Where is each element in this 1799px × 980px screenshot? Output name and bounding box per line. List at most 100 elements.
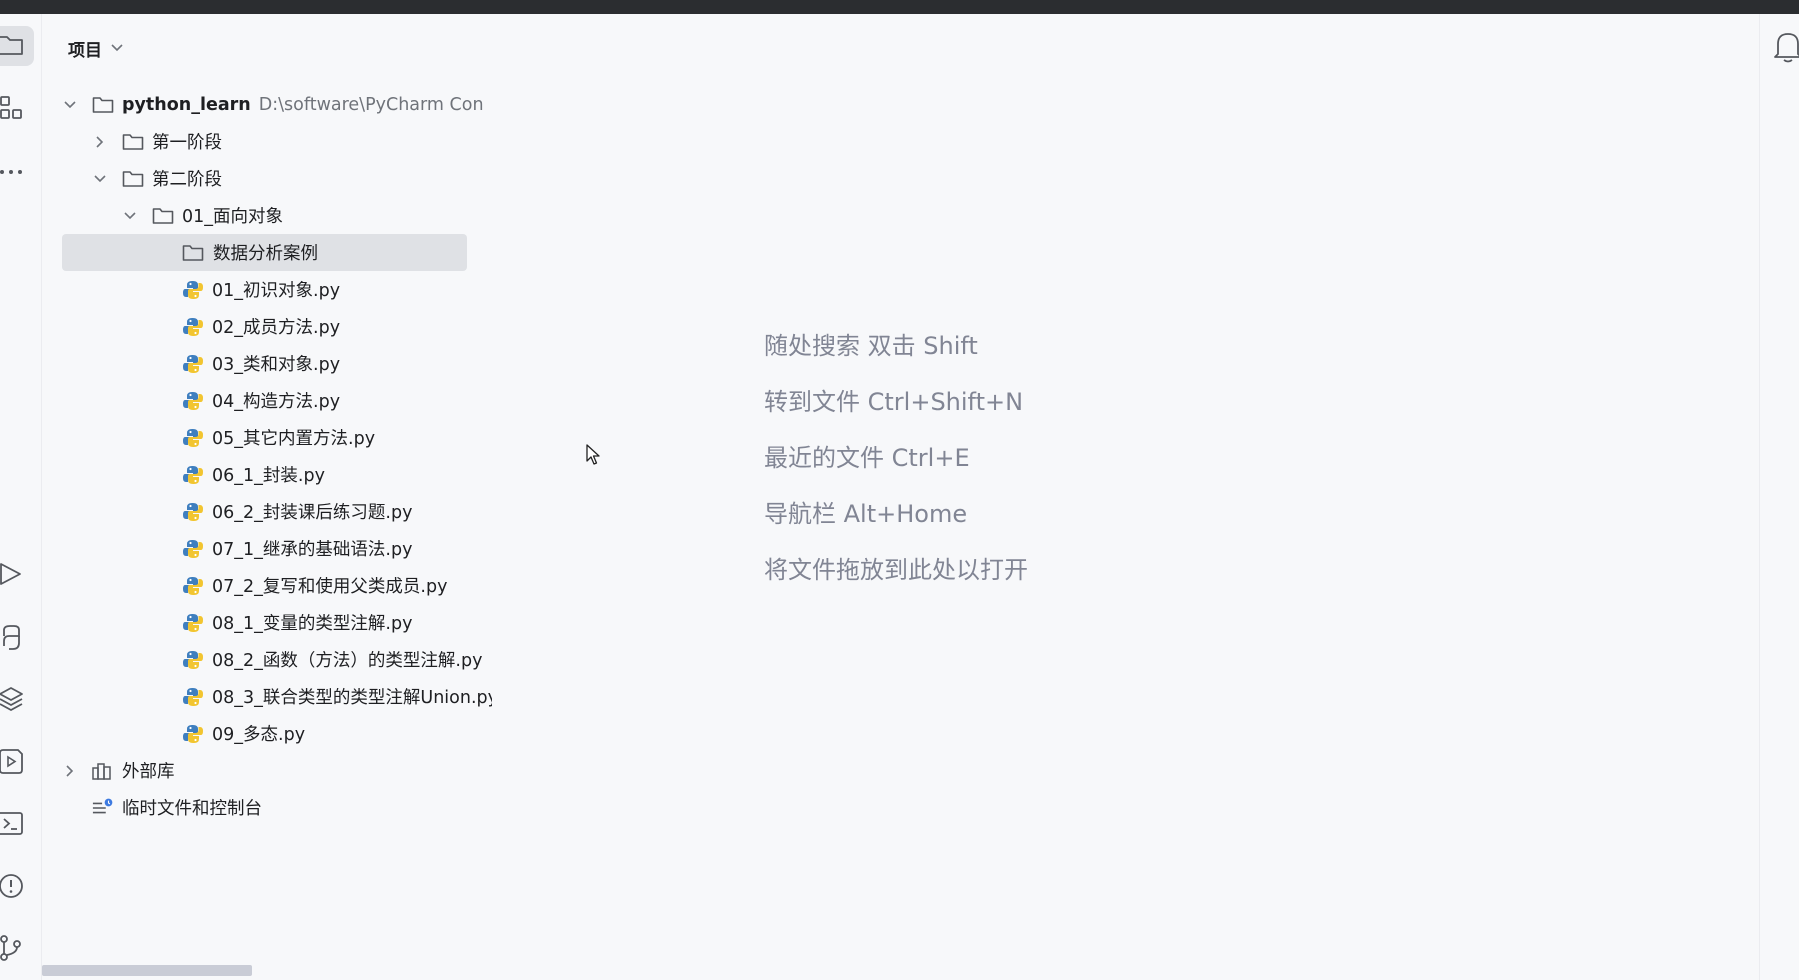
tree-item-label: 07_2_复写和使用父类成员.py <box>212 577 448 597</box>
tree-item-file[interactable]: 01_初识对象.py <box>62 271 492 308</box>
tree-item-python-learn[interactable]: python_learn D:\software\PyCharm Con <box>62 86 492 123</box>
tree-item-file[interactable]: 07_1_继承的基础语法.py <box>62 530 492 567</box>
tree-item-label: 第一阶段 <box>152 133 222 153</box>
folder-icon <box>122 132 144 152</box>
hint-drop-files: 将文件拖放到此处以打开 <box>764 556 1028 584</box>
more-tools-button[interactable] <box>0 152 34 192</box>
tree-item-label: 04_构造方法.py <box>212 392 341 412</box>
tree-item-external-libraries[interactable]: 外部库 <box>62 752 492 789</box>
python-file-icon <box>182 391 204 411</box>
python-file-icon <box>182 502 204 522</box>
python-console-icon <box>3 625 20 650</box>
tree-item-label: 05_其它内置方法.py <box>212 429 376 449</box>
terminal-icon <box>0 812 23 835</box>
tree-item-file[interactable]: 09_多态.py <box>62 715 492 752</box>
python-file-icon <box>182 576 204 596</box>
library-icon <box>92 761 114 781</box>
project-panel-title: 项目 <box>68 40 102 61</box>
chevron-right-icon[interactable] <box>62 763 78 779</box>
python-file-icon <box>182 539 204 559</box>
python-file-icon <box>182 428 204 448</box>
chevron-right-icon[interactable] <box>92 134 108 150</box>
chevron-down-icon <box>111 44 123 52</box>
project-panel-header[interactable]: 项目 <box>68 34 124 62</box>
folder-icon <box>182 243 204 263</box>
tree-item-file[interactable]: 07_2_复写和使用父类成员.py <box>62 567 492 604</box>
tree-item-scratches[interactable]: 临时文件和控制台 <box>62 789 492 826</box>
python-file-icon <box>182 613 204 633</box>
tree-item-label: 09_多态.py <box>212 725 306 745</box>
services-icon <box>0 749 23 774</box>
tree-item-label: 06_2_封装课后练习题.py <box>212 503 413 523</box>
git-tool-button[interactable] <box>0 928 34 968</box>
right-tool-strip <box>1759 14 1799 980</box>
folder-icon <box>152 206 174 226</box>
tree-item-label: 临时文件和控制台 <box>122 799 262 819</box>
run-icon <box>0 563 21 585</box>
terminal-tool-button[interactable] <box>0 804 34 844</box>
tree-item-file[interactable]: 08_2_函数（方法）的类型注解.py <box>62 641 492 678</box>
project-name: python_learn <box>122 94 251 115</box>
tree-item-label: 第二阶段 <box>152 170 222 190</box>
tree-item-label: python_learn D:\software\PyCharm Con <box>122 95 484 115</box>
tree-item-stage-1[interactable]: 第一阶段 <box>62 123 492 160</box>
python-console-button[interactable] <box>0 618 34 658</box>
tree-item-file[interactable]: 08_1_变量的类型注解.py <box>62 604 492 641</box>
git-icon <box>0 935 21 961</box>
python-file-icon <box>182 687 204 707</box>
tree-item-label: 外部库 <box>122 762 175 782</box>
python-file-icon <box>182 280 204 300</box>
hint-recent-files: 最近的文件 Ctrl+E <box>764 444 970 472</box>
tree-item-label: 01_初识对象.py <box>212 281 341 301</box>
python-file-icon <box>182 317 204 337</box>
scratch-icon <box>92 798 114 818</box>
folder-icon <box>0 36 23 55</box>
tree-item-label: 07_1_继承的基础语法.py <box>212 540 413 560</box>
tree-item-file[interactable]: 06_2_封装课后练习题.py <box>62 493 492 530</box>
hint-go-to-file: 转到文件 Ctrl+Shift+N <box>764 388 1024 416</box>
tree-item-label: 08_3_联合类型的类型注解Union.py <box>212 688 492 708</box>
title-bar <box>0 0 1799 14</box>
tree-item-file[interactable]: 04_构造方法.py <box>62 382 492 419</box>
tree-item-data-analysis[interactable]: 数据分析案例 <box>62 234 467 271</box>
tree-item-label: 08_2_函数（方法）的类型注解.py <box>212 651 483 671</box>
run-tool-button[interactable] <box>0 554 34 594</box>
chevron-down-icon[interactable] <box>122 208 138 224</box>
tree-item-label: 02_成员方法.py <box>212 318 341 338</box>
structure-icon <box>0 96 22 119</box>
left-tool-strip <box>0 14 42 980</box>
tree-item-stage-2[interactable]: 第二阶段 <box>62 160 492 197</box>
hint-search-everywhere: 随处搜索 双击 Shift <box>764 332 978 360</box>
horizontal-scrollbar[interactable] <box>42 965 252 976</box>
problems-tool-button[interactable] <box>0 866 34 906</box>
more-icon <box>0 170 22 174</box>
project-tool-button[interactable] <box>0 26 34 66</box>
python-file-icon <box>182 354 204 374</box>
python-packages-button[interactable] <box>0 680 34 720</box>
notifications-icon <box>1774 33 1799 63</box>
hint-navigation-bar: 导航栏 Alt+Home <box>764 500 968 528</box>
chevron-down-icon[interactable] <box>92 171 108 187</box>
layers-icon <box>0 687 23 712</box>
tree-item-file[interactable]: 08_3_联合类型的类型注解Union.py <box>62 678 492 715</box>
tree-item-file[interactable]: 02_成员方法.py <box>62 308 492 345</box>
chevron-down-icon[interactable] <box>62 97 78 113</box>
tree-item-file[interactable]: 03_类和对象.py <box>62 345 492 382</box>
tree-item-file[interactable]: 06_1_封装.py <box>62 456 492 493</box>
services-tool-button[interactable] <box>0 742 34 782</box>
folder-icon <box>92 95 114 115</box>
tree-item-oop-folder[interactable]: 01_面向对象 <box>62 197 492 234</box>
structure-tool-button[interactable] <box>0 88 34 128</box>
python-file-icon <box>182 724 204 744</box>
project-path: D:\software\PyCharm Con <box>258 94 484 115</box>
tree-item-file[interactable]: 05_其它内置方法.py <box>62 419 492 456</box>
tree-item-label: 数据分析案例 <box>213 244 318 264</box>
notifications-button[interactable] <box>1774 30 1799 64</box>
tree-item-label: 03_类和对象.py <box>212 355 341 375</box>
python-file-icon <box>182 465 204 485</box>
problems-icon <box>0 874 23 898</box>
tree-item-label: 06_1_封装.py <box>212 466 325 486</box>
mouse-cursor-icon <box>586 444 602 470</box>
python-file-icon <box>182 650 204 670</box>
folder-icon <box>122 169 144 189</box>
